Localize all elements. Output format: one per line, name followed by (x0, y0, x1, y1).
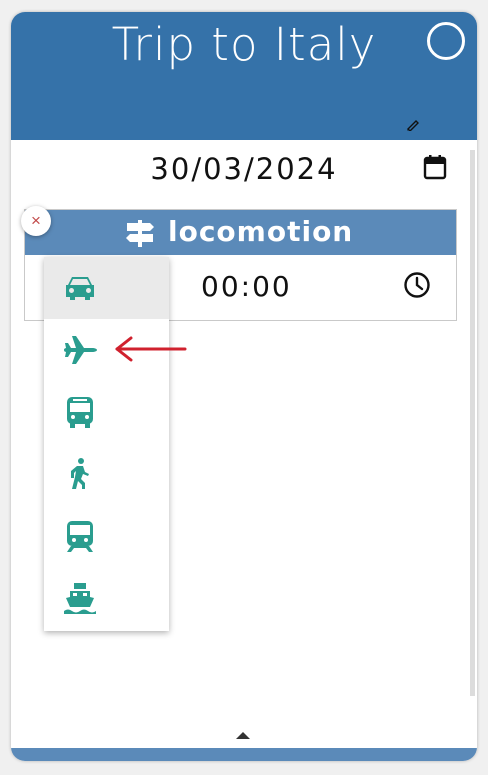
trip-header: Trip to Italy (11, 12, 477, 140)
ship-icon (64, 583, 96, 614)
car-icon (66, 277, 94, 300)
train-icon (67, 521, 93, 552)
footer-bar (11, 748, 477, 761)
resize-edit-icon[interactable] (406, 117, 420, 131)
red-arrow-annotation (115, 336, 187, 362)
transport-dropdown (44, 257, 169, 631)
transport-option-bus[interactable] (44, 381, 169, 443)
trip-card: Trip to Italy 30/03/2024 locomotion × 00… (11, 12, 477, 761)
airplane-icon (64, 336, 97, 364)
circle-toggle-button[interactable] (427, 22, 465, 60)
clock-icon[interactable] (403, 271, 431, 299)
trip-title[interactable]: Trip to Italy (11, 18, 477, 71)
locomotion-title: locomotion (168, 215, 354, 248)
signpost-icon (126, 220, 154, 247)
transport-option-ship[interactable] (44, 567, 169, 629)
transport-option-walking[interactable] (44, 443, 169, 505)
time-input[interactable]: 00:00 (201, 270, 292, 303)
remove-locomotion-button[interactable]: × (21, 206, 51, 236)
transport-option-train[interactable] (44, 505, 169, 567)
transport-option-car[interactable] (44, 257, 169, 319)
collapse-caret-icon[interactable] (233, 728, 253, 742)
date-row: 30/03/2024 (11, 150, 477, 190)
walking-icon (71, 458, 89, 489)
scrollbar[interactable] (470, 150, 475, 696)
calendar-icon[interactable] (423, 154, 447, 180)
date-input[interactable]: 30/03/2024 (11, 152, 477, 186)
bus-icon (67, 397, 93, 428)
locomotion-header: locomotion (25, 210, 456, 255)
